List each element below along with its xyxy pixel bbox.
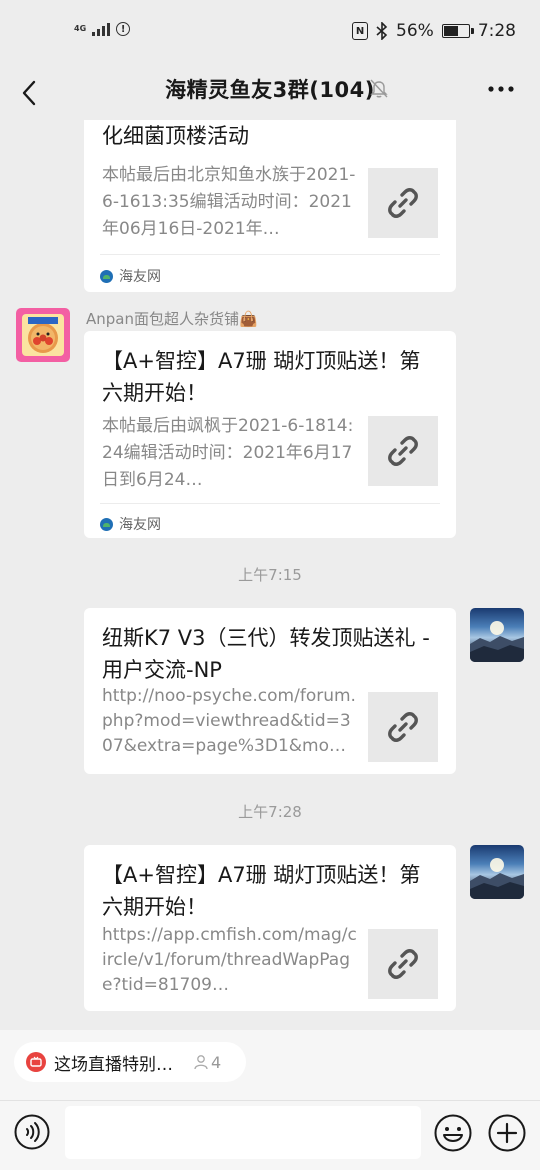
card-divider [100, 254, 440, 255]
chat-header: 海精灵鱼友3群(104) [0, 66, 540, 120]
link-thumbnail [368, 168, 438, 238]
add-button[interactable] [488, 1114, 526, 1152]
link-card-3[interactable]: 纽斯K7 V3（三代）转发顶贴送礼 - 用户交流-NP http://noo-p… [84, 608, 456, 774]
source-logo-icon [100, 269, 113, 283]
card-description: 本帖最后由飒枫于2021-6-1814:24编辑活动时间：2021年6月17日到… [102, 416, 354, 490]
battery-level [443, 26, 459, 36]
avatar[interactable] [470, 608, 524, 662]
message-timestamp: 上午7:28 [238, 803, 302, 821]
link-card-4[interactable]: 【A+智控】A7珊 瑚灯顶贴送！第六期开始！ https://app.cmfis… [84, 845, 456, 1011]
card-source: 海友网 [100, 514, 161, 534]
nfc-icon: N [352, 22, 369, 40]
link-icon [388, 436, 418, 466]
source-name: 海友网 [119, 269, 161, 285]
battery-percent: 56% [396, 21, 434, 41]
card-description: 本帖最后由北京知鱼水族于2021-6-1613:35编辑活动时间：2021年06… [102, 165, 356, 239]
bell-off-icon [370, 79, 388, 98]
sender-name: Anpan面包超人杂货铺👜 [86, 310, 258, 328]
message-timestamp: 上午7:15 [238, 566, 302, 584]
link-icon [388, 949, 418, 979]
viewer-count-value: 4 [211, 1052, 222, 1072]
card-title: 【A+智控】A7珊 瑚灯顶贴送！第六期开始！ [102, 349, 421, 405]
card-title: 【A+智控】A7珊 瑚灯顶贴送！第六期开始！ [102, 863, 421, 919]
message-input[interactable] [65, 1106, 421, 1159]
mountain-avatar-image [470, 621, 524, 662]
status-bar: 4G ! N 56% 7:28 [0, 0, 540, 66]
card-title: 纽斯K7 V3（三代）转发顶贴送礼 - 用户交流-NP [102, 626, 430, 682]
alert-icon: ! [116, 22, 131, 36]
link-icon [388, 712, 418, 742]
signal-icon [92, 22, 111, 36]
card-description: http://noo-psyche.com/forum.php?mod=view… [102, 686, 356, 756]
source-name: 海友网 [119, 517, 161, 533]
live-stream-chip[interactable]: 这场直播特别… 4 [14, 1042, 246, 1082]
live-stream-title: 这场直播特别… [54, 1054, 173, 1075]
avatar[interactable] [16, 308, 70, 362]
live-tv-icon [26, 1052, 46, 1072]
link-card-2[interactable]: 【A+智控】A7珊 瑚灯顶贴送！第六期开始！ 本帖最后由飒枫于2021-6-18… [84, 331, 456, 538]
card-source: 海友网 [100, 266, 161, 286]
voice-button[interactable] [14, 1114, 50, 1150]
battery-icon [441, 24, 474, 38]
mountain-avatar-image [470, 858, 524, 899]
link-thumbnail [368, 692, 438, 762]
chat-messages[interactable]: Aquaforest紫色森林Bio-S复合硝化细菌顶楼活动 本帖最后由北京知鱼水… [0, 120, 540, 1030]
status-left: 4G ! [74, 22, 131, 36]
more-dots-icon[interactable] [486, 80, 516, 98]
source-logo-icon [100, 517, 113, 531]
status-right: N 56% 7:28 [352, 21, 516, 41]
card-title: Aquaforest紫色森林Bio-S复合硝化细菌顶楼活动 [102, 124, 249, 148]
link-thumbnail [368, 929, 438, 999]
link-icon [388, 188, 418, 218]
clock: 7:28 [477, 21, 516, 41]
card-divider [100, 503, 440, 504]
network-type: 4G [74, 24, 87, 33]
card-description: https://app.cmfish.com/mag/circle/v1/for… [102, 925, 357, 995]
input-bar [0, 1100, 540, 1170]
anpan-avatar-image [22, 314, 64, 356]
viewer-count: 4 [193, 1053, 221, 1072]
chat-title: 海精灵鱼友3群(104) [165, 78, 375, 102]
link-thumbnail [368, 416, 438, 486]
bluetooth-icon [376, 22, 388, 40]
link-card-1[interactable]: Aquaforest紫色森林Bio-S复合硝化细菌顶楼活动 本帖最后由北京知鱼水… [84, 120, 456, 292]
person-icon [194, 1055, 208, 1070]
avatar[interactable] [470, 845, 524, 899]
emoji-button[interactable] [434, 1114, 472, 1152]
